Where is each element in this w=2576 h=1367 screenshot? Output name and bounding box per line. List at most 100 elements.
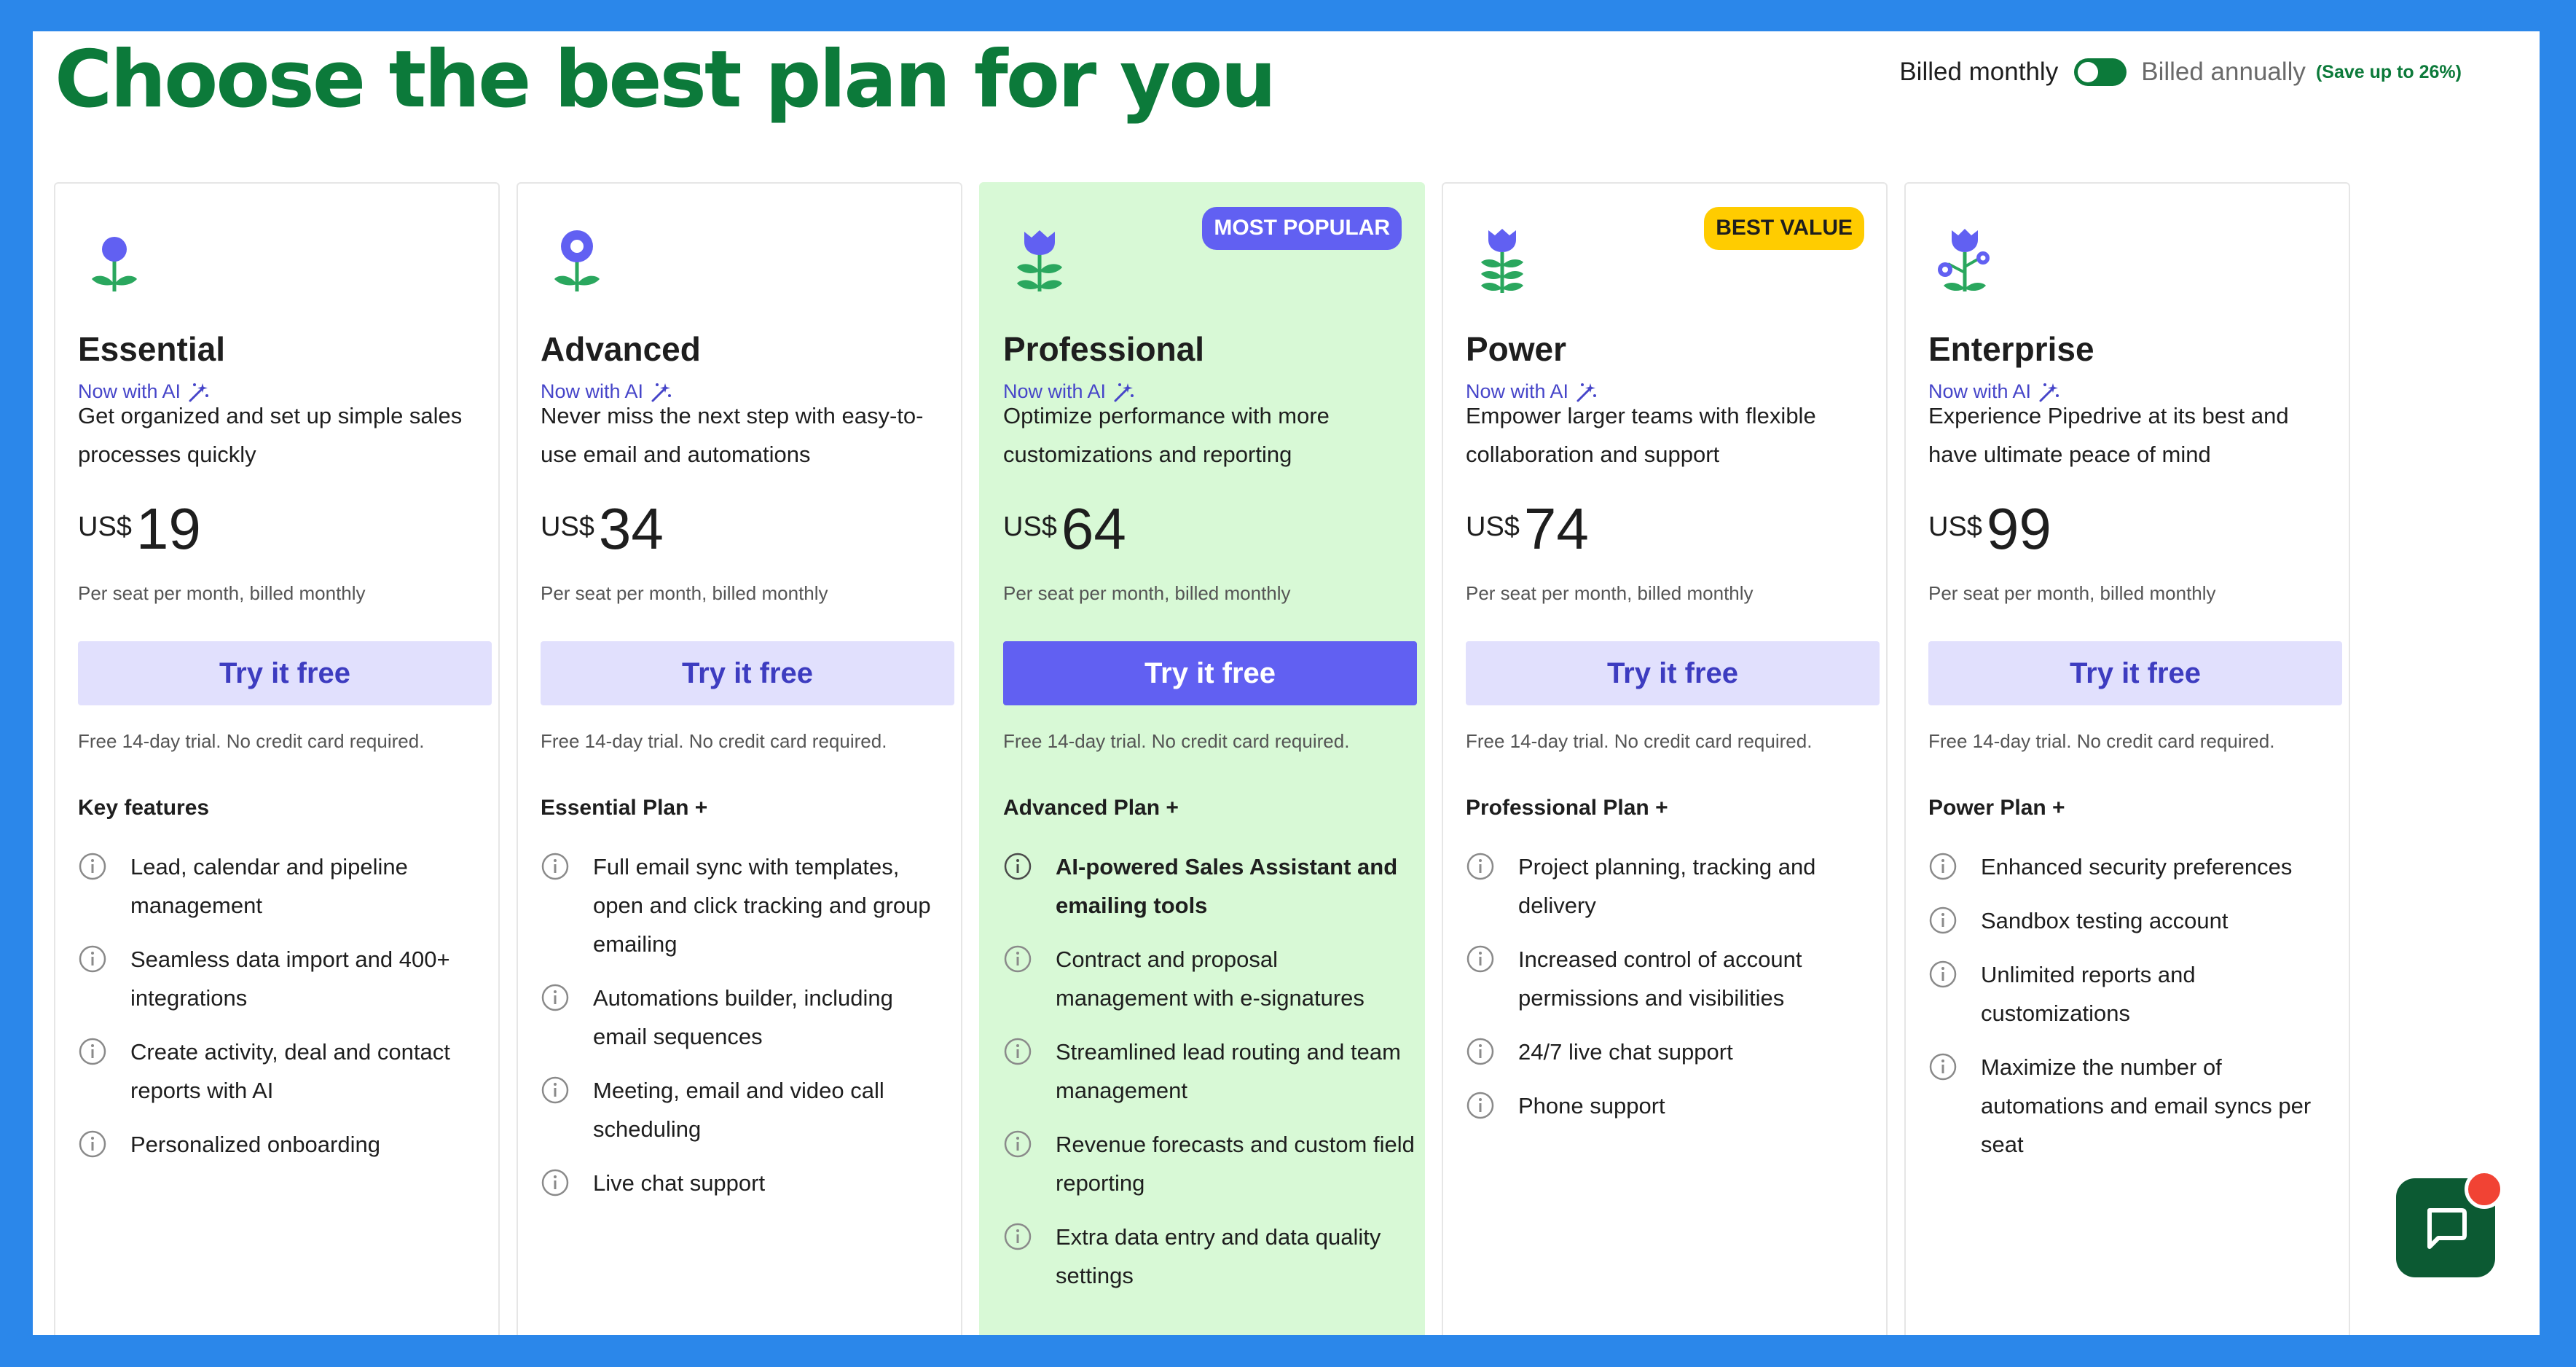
billed-annually-label[interactable]: Billed annually	[2141, 58, 2306, 87]
plan-price: US$ 74	[1466, 496, 1589, 563]
feature-text: Lead, calendar and pipeline management	[130, 854, 408, 918]
billing-period-toggle[interactable]	[2074, 58, 2127, 86]
feature-item: Contract and proposal management with e-…	[1003, 940, 1415, 1017]
try-it-free-button[interactable]: Try it free	[78, 641, 492, 705]
page-title: Choose the best plan for you	[55, 34, 1276, 125]
feature-text: Contract and proposal management with e-…	[1056, 947, 1364, 1011]
feature-text: Automations builder, including email seq…	[593, 985, 893, 1049]
feature-item: 24/7 live chat support	[1466, 1033, 1877, 1071]
info-circle-icon[interactable]	[541, 983, 570, 1012]
info-circle-icon[interactable]	[1928, 852, 1957, 881]
info-circle-icon[interactable]	[1928, 906, 1957, 935]
price-amount: 19	[136, 496, 201, 561]
features-heading: Power Plan +	[1928, 796, 2065, 820]
info-circle-icon[interactable]	[1466, 944, 1495, 974]
flower-bud-icon	[92, 237, 137, 291]
price-amount: 99	[1986, 496, 2051, 561]
plan-description: Empower larger teams with flexible colla…	[1466, 403, 1816, 467]
info-circle-icon[interactable]	[1466, 1091, 1495, 1120]
feature-item: Revenue forecasts and custom field repor…	[1003, 1125, 1415, 1202]
trial-note: Free 14-day trial. No credit card requir…	[1466, 730, 1813, 752]
feature-text: Increased control of account permissions…	[1518, 947, 1802, 1011]
info-circle-icon[interactable]	[1003, 852, 1032, 881]
plan-description: Experience Pipedrive at its best and hav…	[1928, 403, 2289, 467]
save-badge: (Save up to 26%)	[2315, 61, 2462, 82]
info-circle-icon[interactable]	[1003, 944, 1032, 974]
notification-dot	[2465, 1170, 2504, 1209]
feature-item: Phone support	[1466, 1086, 1877, 1125]
feature-text: Maximize the number of automations and e…	[1981, 1054, 2312, 1157]
feature-list: Full email sync with templates, open and…	[541, 847, 952, 1218]
price-note: Per seat per month, billed monthly	[78, 582, 366, 604]
feature-text: Streamlined lead routing and team manage…	[1056, 1039, 1401, 1103]
info-circle-icon[interactable]	[1466, 1037, 1495, 1066]
feature-item: Full email sync with templates, open and…	[541, 847, 952, 963]
feature-text: Revenue forecasts and custom field repor…	[1056, 1132, 1415, 1196]
plan-name: Professional	[1003, 330, 1205, 368]
info-circle-icon[interactable]	[1466, 852, 1495, 881]
try-it-free-button[interactable]: Try it free	[1466, 641, 1880, 705]
feature-text: AI-powered Sales Assistant and emailing …	[1056, 854, 1398, 918]
feature-text: Full email sync with templates, open and…	[593, 854, 931, 957]
features-heading: Professional Plan +	[1466, 796, 1668, 820]
try-it-free-button[interactable]: Try it free	[1003, 641, 1417, 705]
feature-list: Enhanced security preferences Sandbox te…	[1928, 847, 2340, 1179]
plan-description: Optimize performance with more customiza…	[1003, 403, 1330, 467]
most-popular-badge: MOST POPULAR	[1202, 207, 1402, 250]
plan-name: Power	[1466, 330, 1567, 368]
info-circle-icon[interactable]	[541, 852, 570, 881]
plan-name: Enterprise	[1928, 330, 2094, 368]
chat-widget-button[interactable]	[2396, 1170, 2504, 1277]
feature-item: Maximize the number of automations and e…	[1928, 1048, 2340, 1164]
info-circle-icon[interactable]	[1928, 960, 1957, 989]
plan-card-advanced: Advanced Now with AI Never miss the next…	[517, 182, 962, 1335]
tulip-icon	[1017, 230, 1062, 291]
plan-card-professional: MOST POPULAR Professional Now with AI Op…	[979, 182, 1425, 1335]
plans-row: Essential Now with AI Get organized and …	[54, 182, 2350, 1335]
features-heading: Essential Plan +	[541, 796, 708, 820]
plan-price: US$ 64	[1003, 496, 1126, 563]
feature-text: 24/7 live chat support	[1518, 1039, 1733, 1065]
plan-price: US$ 99	[1928, 496, 2051, 563]
plan-card-essential: Essential Now with AI Get organized and …	[54, 182, 500, 1335]
feature-item: Extra data entry and data quality settin…	[1003, 1218, 1415, 1295]
plan-card-enterprise: Enterprise Now with AI Experience Pipedr…	[1904, 182, 2350, 1335]
info-circle-icon[interactable]	[1928, 1052, 1957, 1081]
feature-item: AI-powered Sales Assistant and emailing …	[1003, 847, 1415, 925]
price-currency: US$	[1928, 512, 1982, 542]
price-note: Per seat per month, billed monthly	[1928, 582, 2216, 604]
feature-list: Lead, calendar and pipeline management S…	[78, 847, 490, 1179]
feature-text: Create activity, deal and contact report…	[130, 1039, 450, 1103]
feature-text: Personalized onboarding	[130, 1132, 380, 1157]
feature-item: Personalized onboarding	[78, 1125, 490, 1164]
feature-item: Streamlined lead routing and team manage…	[1003, 1033, 1415, 1110]
info-circle-icon[interactable]	[541, 1168, 570, 1197]
toggle-knob	[2078, 62, 2099, 82]
tulip-branches-icon	[1938, 229, 1990, 291]
features-heading: Advanced Plan +	[1003, 796, 1179, 820]
feature-item: Increased control of account permissions…	[1466, 940, 1877, 1017]
info-circle-icon[interactable]	[1003, 1129, 1032, 1159]
info-circle-icon[interactable]	[78, 852, 107, 881]
info-circle-icon[interactable]	[78, 944, 107, 974]
info-circle-icon[interactable]	[1003, 1037, 1032, 1066]
price-currency: US$	[1466, 512, 1520, 542]
price-amount: 34	[598, 496, 664, 561]
info-circle-icon[interactable]	[1003, 1222, 1032, 1251]
flower-circle-icon	[554, 230, 600, 291]
info-circle-icon[interactable]	[78, 1129, 107, 1159]
price-currency: US$	[1003, 512, 1057, 542]
plan-name: Essential	[78, 330, 225, 368]
info-circle-icon[interactable]	[78, 1037, 107, 1066]
features-heading: Key features	[78, 796, 210, 820]
trial-note: Free 14-day trial. No credit card requir…	[541, 730, 887, 752]
plan-price: US$ 34	[541, 496, 664, 563]
feature-text: Unlimited reports and customizations	[1981, 962, 2196, 1026]
try-it-free-button[interactable]: Try it free	[541, 641, 954, 705]
trial-note: Free 14-day trial. No credit card requir…	[1928, 730, 2275, 752]
plan-name: Advanced	[541, 330, 701, 368]
try-it-free-button[interactable]: Try it free	[1928, 641, 2342, 705]
billed-monthly-label[interactable]: Billed monthly	[1899, 58, 2058, 87]
info-circle-icon[interactable]	[541, 1076, 570, 1105]
feature-text: Meeting, email and video call scheduling	[593, 1078, 884, 1142]
